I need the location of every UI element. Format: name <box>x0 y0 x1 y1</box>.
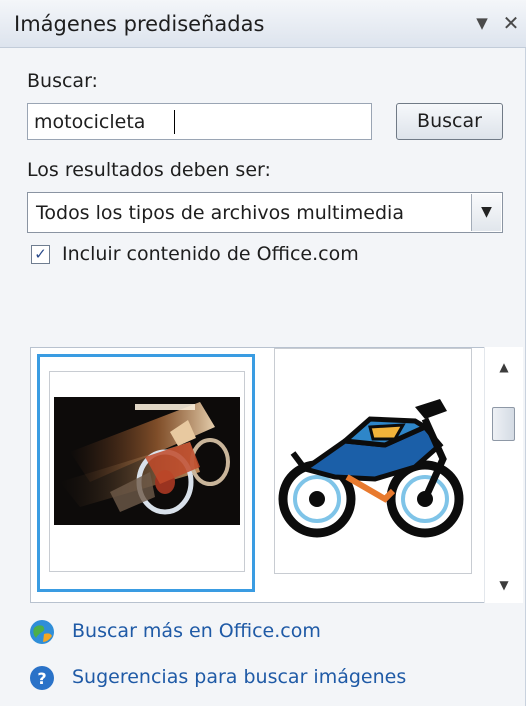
pane-title: Imágenes prediseñadas <box>14 12 265 36</box>
thumb-frame <box>274 348 472 574</box>
clip-art-pane: Imágenes prediseñadas ▼ ✕ Buscar: Buscar… <box>0 0 526 706</box>
include-office-label: Incluir contenido de Office.com <box>62 243 359 265</box>
chevron-down-icon[interactable]: ▼ <box>471 194 501 231</box>
close-icon[interactable]: ✕ <box>499 10 523 36</box>
search-button[interactable]: Buscar <box>396 103 503 140</box>
results-grid <box>30 347 523 603</box>
search-tips-label[interactable]: Sugerencias para buscar imágenes <box>72 666 406 688</box>
include-office-checkbox[interactable]: ✓ <box>31 245 50 264</box>
result-item[interactable] <box>271 348 489 586</box>
search-online-label[interactable]: Buscar más en Office.com <box>72 620 321 642</box>
dropdown-arrow-icon[interactable]: ▼ <box>470 10 494 36</box>
svg-text:?: ? <box>37 669 46 688</box>
scroll-down-icon[interactable]: ▼ <box>485 571 523 599</box>
thumb-frame <box>49 371 245 572</box>
pane-header: Imágenes prediseñadas ▼ ✕ <box>0 0 526 48</box>
media-type-value: Todos los tipos de archivos multimedia <box>36 202 404 224</box>
search-label: Buscar: <box>27 70 98 92</box>
scroll-up-icon[interactable]: ▲ <box>485 353 523 381</box>
media-type-select[interactable]: Todos los tipos de archivos multimedia ▼ <box>27 192 503 233</box>
results-scrollbar[interactable]: ▲ ▼ <box>484 347 523 603</box>
help-icon: ? <box>30 666 54 690</box>
result-item[interactable] <box>37 354 255 592</box>
motorcycle-photo-icon <box>54 397 240 525</box>
search-input[interactable] <box>27 103 372 140</box>
scroll-thumb[interactable] <box>492 407 515 441</box>
globe-icon <box>30 620 54 644</box>
results-filter-label: Los resultados deben ser: <box>27 159 271 181</box>
text-caret <box>174 110 175 134</box>
motorcycle-clipart-icon <box>278 399 464 538</box>
